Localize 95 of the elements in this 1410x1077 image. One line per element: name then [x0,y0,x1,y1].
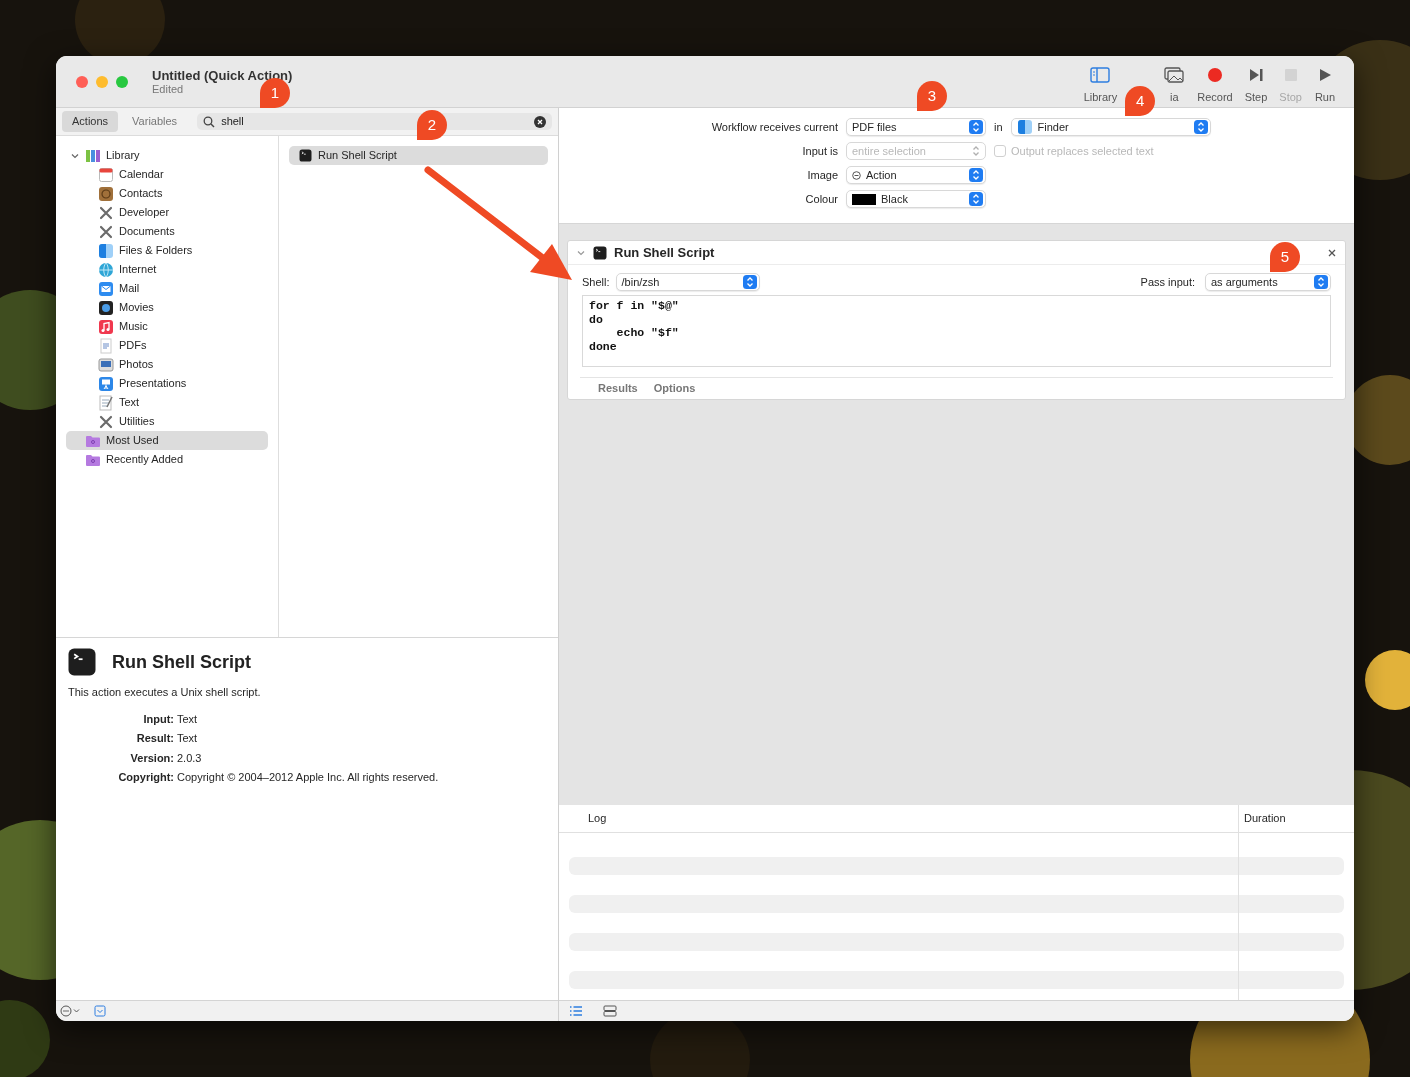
tree-item[interactable]: Library [66,146,268,165]
tree-item[interactable]: Contacts [66,184,268,203]
toolbar-button[interactable]: Library [1077,56,1124,107]
stepper-icon [1193,120,1208,134]
tree-item[interactable]: Documents [66,222,268,241]
stepper-icon [1314,275,1328,289]
info-value: 2.0.3 [177,750,203,766]
close-button[interactable] [76,75,88,88]
stepper-icon [969,120,983,134]
field-label: Shell: [582,274,610,290]
tree-item[interactable]: Files & Folders [66,241,268,260]
column-header: Duration [1243,811,1286,827]
photo-icon [98,356,114,373]
tab[interactable]: Results [598,380,638,397]
split-square-icon [98,242,114,259]
tools-icon [98,413,114,430]
tree-item[interactable]: Movies [66,298,268,317]
tree-item[interactable]: Calendar [66,165,268,184]
tree-item[interactable]: Recently Added [66,450,268,469]
music-note-icon [98,318,114,335]
popup-menu[interactable]: /bin/zsh [615,273,760,291]
terminal-icon [593,245,607,260]
notepad-icon [98,394,114,411]
tree-item[interactable]: Mail [66,279,268,298]
toolbar-button[interactable]: ia [1157,56,1192,107]
action-description: This action executes a Unix shell script. [68,685,262,700]
tools-icon [98,204,114,221]
tab[interactable]: Variables [122,111,188,132]
info-label: Copyright: [117,770,174,785]
popup-menu[interactable]: Black [846,190,986,208]
info-value: Text [177,731,199,746]
minus-circle-icon [852,170,861,180]
tree-item[interactable]: Most Used [66,431,268,450]
search-icon [203,115,216,128]
action-title: Run Shell Script [112,650,252,674]
terminal-icon [299,149,312,162]
easel-icon [98,375,114,392]
tree-item[interactable]: Internet [66,260,268,279]
window-subtitle: Edited [152,82,184,96]
calendar-icon [98,166,114,183]
contact-card-icon [98,185,114,202]
field-label: in [994,119,1003,135]
stepper-icon [969,192,983,206]
toolbar-button[interactable]: Record [1191,56,1239,107]
tree-item[interactable]: Developer [66,203,268,222]
tree-item[interactable]: Photos [66,355,268,374]
tree-item[interactable]: Utilities [66,412,268,431]
field-label: Image [806,167,838,183]
field-label: Pass input: [1140,274,1195,290]
globe-icon [98,261,114,278]
column-header: Log [587,811,608,827]
field-label: Workflow receives current [710,119,838,135]
tools-icon [98,223,114,240]
lens-icon [98,299,114,316]
field-label: Input is [801,143,838,159]
split-square-icon [1016,119,1033,135]
clear-icon [534,115,546,128]
tab[interactable]: Options [653,380,696,397]
callout-badge: 2 [417,110,447,140]
popup-menu[interactable]: PDF files [846,118,986,136]
more-icon [60,1005,82,1017]
info-label: Version: [129,750,174,766]
info-value: Text [177,711,199,727]
dropdown-box-icon [94,1005,106,1017]
photos-icon [1163,64,1186,85]
action-item[interactable]: Run Shell Script [289,146,548,165]
action-title: Run Shell Script [614,243,715,262]
document-icon [98,337,114,354]
popup-menu[interactable]: Action [846,166,986,184]
sidebar-icon [1089,64,1112,85]
info-label: Input: [142,711,174,727]
tab[interactable]: Actions [62,111,119,132]
popup-menu[interactable]: Finder [1010,118,1211,136]
minimize-button[interactable] [96,75,108,88]
zoom-button[interactable] [116,75,128,88]
stepper-icon [969,168,983,182]
terminal-icon [68,648,96,676]
callout-badge: 4 [1125,86,1156,116]
popup-menu[interactable]: as arguments [1205,273,1331,291]
envelope-icon [98,280,114,297]
tree-item[interactable]: PDFs [66,336,268,355]
tree-item[interactable]: Text [66,393,268,412]
close-icon [1327,247,1337,258]
info-label: Result: [135,731,174,746]
script-field[interactable]: for f in "$@" do echo "$f" done [582,295,1331,367]
rows-icon [603,1005,617,1017]
stepper-icon [742,275,757,289]
toolbar-button[interactable]: Run [1308,56,1342,107]
books-icon [85,147,101,164]
tree-item[interactable]: Presentations [66,374,268,393]
field-label: Colour [804,191,838,207]
tree-item[interactable]: Music [66,317,268,336]
info-value: Copyright © 2004–2012 Apple Inc. All rights reserved. [177,770,440,785]
toolbar-button[interactable]: Step [1238,56,1274,107]
list-icon [569,1005,583,1017]
